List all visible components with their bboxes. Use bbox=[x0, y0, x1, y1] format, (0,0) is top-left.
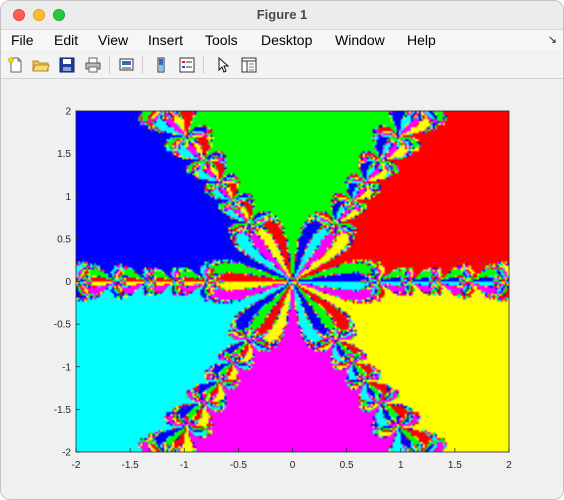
menu-window[interactable]: Window bbox=[335, 32, 385, 48]
y-tick-label: -1.5 bbox=[54, 405, 72, 416]
x-tick-label: -1 bbox=[180, 460, 189, 471]
menu-tools[interactable]: Tools bbox=[205, 32, 238, 48]
menu-desktop[interactable]: Desktop bbox=[261, 32, 312, 48]
x-tick-label: 2 bbox=[506, 460, 512, 471]
toolbar-separator bbox=[142, 56, 143, 74]
new-figure-icon[interactable] bbox=[6, 55, 26, 75]
y-tick-label: 0 bbox=[65, 277, 71, 288]
y-tick-label: -0.5 bbox=[54, 320, 72, 331]
toolbar-separator bbox=[203, 56, 204, 74]
y-tick-label: 1.5 bbox=[57, 149, 71, 160]
x-tick-label: -2 bbox=[72, 460, 81, 471]
toolbar-separator bbox=[109, 56, 110, 74]
y-tick-label: 0.5 bbox=[57, 234, 71, 245]
x-tick-label: -0.5 bbox=[230, 460, 248, 471]
save-icon[interactable] bbox=[57, 55, 77, 75]
y-tick-label: 1 bbox=[65, 192, 71, 203]
x-tick-label: 1 bbox=[398, 460, 404, 471]
legend-icon[interactable] bbox=[177, 55, 197, 75]
figure-toolbar bbox=[1, 52, 563, 79]
menu-file[interactable]: File bbox=[11, 32, 34, 48]
menu-help[interactable]: Help bbox=[407, 32, 436, 48]
fractal-image bbox=[76, 111, 509, 452]
menu-insert[interactable]: Insert bbox=[148, 32, 183, 48]
open-file-icon[interactable] bbox=[31, 55, 51, 75]
figure-window: Figure 1 File Edit View Insert Tools Des… bbox=[0, 0, 564, 500]
menu-bar: File Edit View Insert Tools Desktop Wind… bbox=[1, 30, 563, 51]
y-tick-label: -2 bbox=[62, 448, 71, 459]
title-bar[interactable]: Figure 1 bbox=[1, 1, 563, 30]
x-tick-label: 1.5 bbox=[448, 460, 462, 471]
x-tick-label: 0 bbox=[290, 460, 296, 471]
menu-dock-arrow-icon[interactable]: ↘ bbox=[548, 33, 557, 46]
x-tick-label: -1.5 bbox=[122, 460, 140, 471]
print-icon[interactable] bbox=[83, 55, 103, 75]
property-inspector-icon[interactable] bbox=[239, 55, 259, 75]
pointer-icon[interactable] bbox=[213, 55, 233, 75]
x-tick-label: 0.5 bbox=[340, 460, 354, 471]
window-title: Figure 1 bbox=[256, 7, 308, 22]
fractal-plot[interactable]: -2 -1.5 -1 -0.5 0 0.5 1 1.5 2 2 1.5 1 0.5 0 -0.5 -1 -1.5… bbox=[1, 79, 563, 499]
link-plot-icon[interactable] bbox=[117, 55, 137, 75]
figure-canvas: -2 -1.5 -1 -0.5 0 0.5 1 1.5 2 2 1.5 1 0.5 0 -0.5 -1 -1.5… bbox=[1, 79, 563, 499]
colorbar-icon[interactable] bbox=[151, 55, 171, 75]
menu-view[interactable]: View bbox=[98, 32, 128, 48]
y-tick-label: -1 bbox=[62, 362, 71, 373]
y-tick-label: 2 bbox=[65, 107, 71, 118]
menu-edit[interactable]: Edit bbox=[54, 32, 78, 48]
